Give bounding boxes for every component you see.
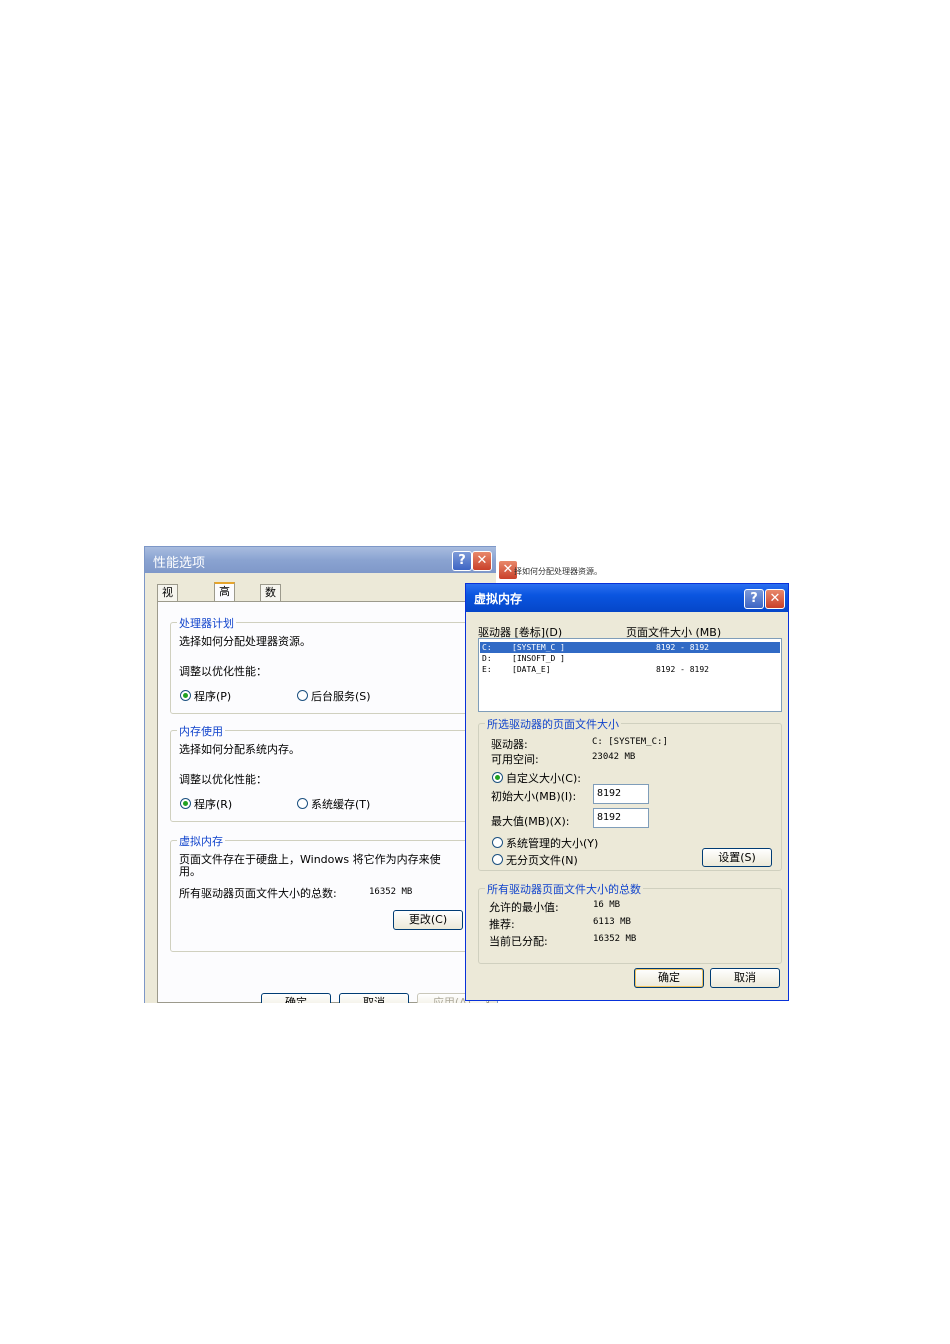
perf-ok-button[interactable]: 确定 (261, 993, 331, 1003)
vm-title: 虚拟内存 (177, 833, 225, 849)
vm-total-label: 所有驱动器页面文件大小的总数: (179, 887, 337, 900)
drive-list[interactable]: C: [SYSTEM_C ] 8192 - 8192 D: [INSOFT_D … (478, 638, 782, 712)
close-icon[interactable]: ✕ (765, 589, 785, 609)
advanced-tab-panel: 处理器计划 选择如何分配处理器资源。 调整以优化性能： 程序(P) 后台服务(S… (157, 601, 502, 1003)
perf-cancel-button[interactable]: 取消 (339, 993, 409, 1003)
current-allocated-label: 当前已分配: (489, 935, 548, 948)
selected-drive-group: 所选驱动器的页面文件大小 驱动器: C: [SYSTEM_C:] 可用空间: 2… (478, 716, 782, 871)
vm-total-value: 16352 MB (369, 887, 413, 897)
custom-size-label: 自定义大小(C): (506, 772, 581, 785)
memory-desc: 选择如何分配系统内存。 (179, 743, 300, 756)
custom-size-radio[interactable] (492, 772, 503, 783)
vmem-title: 虚拟内存 (474, 592, 523, 606)
total-size-group: 所有驱动器页面文件大小的总数 允许的最小值: 16 MB 推荐: 6113 MB… (478, 881, 782, 964)
drive-row-d[interactable]: D: [INSOFT_D ] (480, 653, 780, 664)
recommended-label: 推荐: (489, 918, 515, 931)
vmem-titlebar: 虚拟内存 ? ✕ (466, 584, 788, 612)
drive-label: 驱动器: (491, 738, 528, 751)
memory-adjust: 调整以优化性能： (179, 773, 267, 786)
min-allowed-label: 允许的最小值: (489, 901, 559, 914)
total-size-title: 所有驱动器页面文件大小的总数 (485, 881, 643, 897)
tab-dep[interactable]: 数据执行保护 (260, 584, 281, 679)
tab-advanced[interactable]: 高级 (214, 582, 235, 614)
memory-programs-radio[interactable] (180, 798, 191, 809)
vm-desc-line1: 页面文件存在于硬盘上，Windows 将它作为内存来使 (179, 853, 441, 866)
space-value: 23042 MB (592, 752, 636, 762)
drive-value: C: [SYSTEM_C:] (592, 737, 668, 747)
drive-row-e[interactable]: E: [DATA_E] 8192 - 8192 (480, 664, 780, 675)
max-size-input[interactable]: 8192 (593, 808, 649, 828)
background-window-strip: ✕ 择如何分配处理器资源。 (496, 546, 676, 585)
help-icon[interactable]: ? (744, 589, 764, 609)
memory-group: 内存使用 选择如何分配系统内存。 调整以优化性能： 程序(R) 系统缓存(T) (170, 723, 502, 822)
selected-drive-title: 所选驱动器的页面文件大小 (485, 716, 621, 732)
performance-options-window: 性能选项 ? ✕ 视觉效果 高级 数据执行保护 处理器计划 选择如何分配处理器资… (144, 546, 502, 1003)
perf-title: 性能选项 (153, 556, 206, 571)
help-icon[interactable]: ? (452, 551, 472, 571)
processor-programs-radio[interactable] (180, 690, 191, 701)
max-size-label: 最大值(MB)(X): (491, 815, 570, 828)
system-managed-label: 系统管理的大小(Y) (506, 837, 599, 850)
perf-titlebar: 性能选项 ? ✕ (145, 547, 497, 573)
processor-group: 处理器计划 选择如何分配处理器资源。 调整以优化性能： 程序(P) 后台服务(S… (170, 615, 502, 714)
change-button[interactable]: 更改(C) (393, 910, 463, 930)
no-paging-label: 无分页文件(N) (506, 854, 578, 867)
processor-title: 处理器计划 (177, 615, 236, 631)
close-icon[interactable]: ✕ (472, 551, 492, 571)
space-label: 可用空间: (491, 753, 539, 766)
processor-adjust: 调整以优化性能： (179, 665, 267, 678)
memory-cache-radio[interactable] (297, 798, 308, 809)
vm-desc-line2: 用。 (179, 865, 201, 878)
processor-background-label: 后台服务(S) (311, 690, 371, 703)
drive-row-c[interactable]: C: [SYSTEM_C ] 8192 - 8192 (480, 642, 780, 653)
background-window-text: 择如何分配处理器资源。 (514, 567, 602, 576)
set-button[interactable]: 设置(S) (702, 848, 772, 867)
memory-programs-label: 程序(R) (194, 798, 233, 811)
tab-visual-effects[interactable]: 视觉效果 (157, 584, 178, 647)
initial-size-label: 初始大小(MB)(I): (491, 790, 577, 803)
no-paging-radio[interactable] (492, 854, 503, 865)
min-allowed-value: 16 MB (593, 900, 621, 910)
vmem-cancel-button[interactable]: 取消 (710, 968, 780, 988)
memory-cache-label: 系统缓存(T) (311, 798, 371, 811)
processor-programs-label: 程序(P) (194, 690, 232, 703)
screenshot-area: 性能选项 ? ✕ 视觉效果 高级 数据执行保护 处理器计划 选择如何分配处理器资… (144, 546, 790, 1003)
system-managed-radio[interactable] (492, 837, 503, 848)
virtual-memory-window: 虚拟内存 ? ✕ 驱动器 [卷标](D) 页面文件大小 (MB) C: [SYS… (465, 583, 789, 1001)
processor-background-radio[interactable] (297, 690, 308, 701)
current-allocated-value: 16352 MB (593, 934, 637, 944)
virtual-memory-group: 虚拟内存 页面文件存在于硬盘上，Windows 将它作为内存来使 用。 所有驱动… (170, 833, 502, 952)
processor-desc: 选择如何分配处理器资源。 (179, 635, 311, 648)
initial-size-input[interactable]: 8192 (593, 784, 649, 804)
vmem-ok-button[interactable]: 确定 (634, 968, 704, 988)
memory-title: 内存使用 (177, 723, 225, 739)
recommended-value: 6113 MB (593, 917, 631, 927)
